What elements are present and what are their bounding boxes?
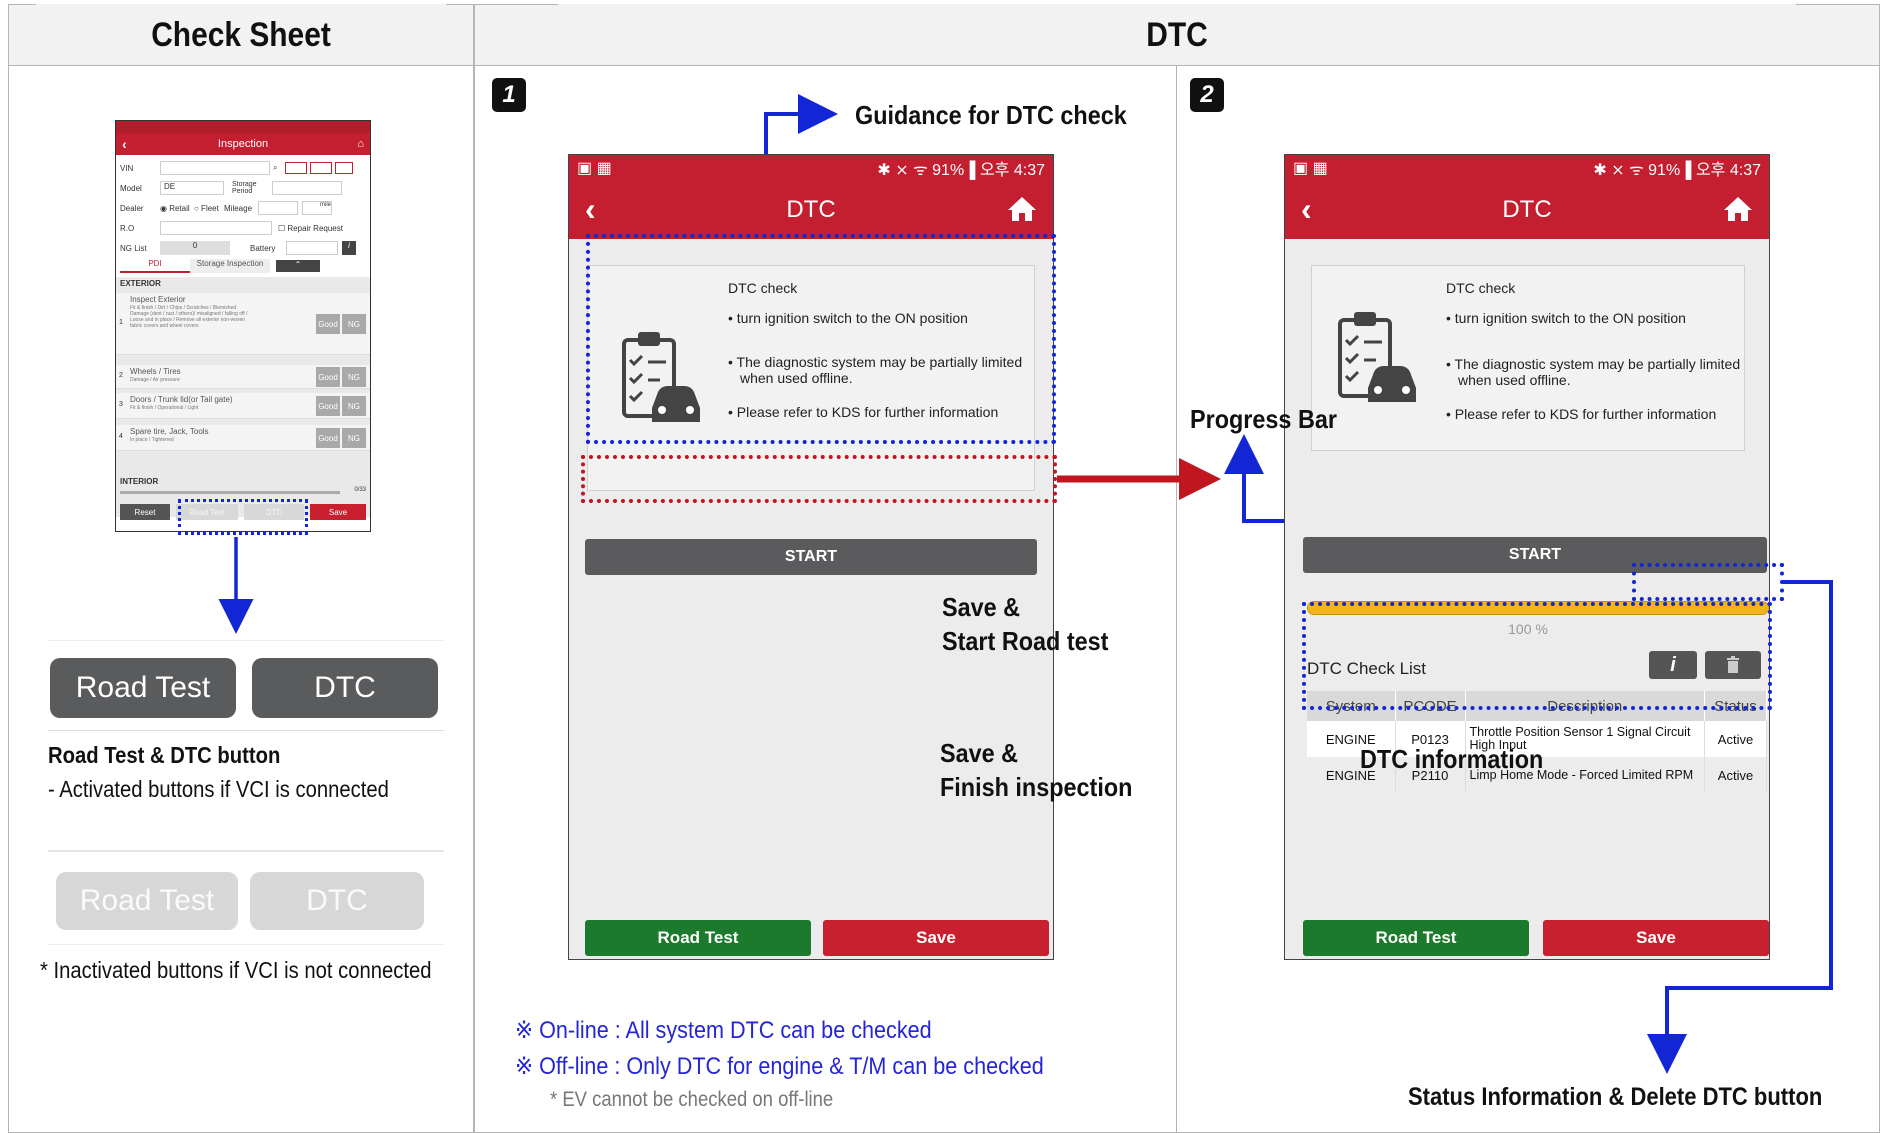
bullet-3: Please refer to KDS for further informat… <box>1454 406 1717 422</box>
start-button[interactable]: START <box>585 539 1037 575</box>
guidance-highlight <box>586 234 1056 444</box>
dtc-information-callout: DTC information <box>1360 744 1544 774</box>
back-icon[interactable]: ‹ <box>585 191 596 228</box>
inactive-note: * Inactivated buttons if VCI is not conn… <box>40 957 432 983</box>
road-test-button[interactable]: Road Test <box>1303 920 1529 956</box>
screen-title: DTC <box>786 196 836 223</box>
guidance-callout: Guidance for DTC check <box>855 100 1127 130</box>
callout-line: Save & <box>940 738 1019 768</box>
home-icon[interactable] <box>1723 195 1753 223</box>
buttons-desc: - Activated buttons if VCI is connected <box>48 776 389 802</box>
dtc-screen-2: ▣ ▦ ✱ ⨯ ᯤ 91%▐ 오후 4:37 ‹ DTC DTC check •… <box>1284 154 1770 960</box>
dtc-guidance-card: DTC check • turn ignition switch to the … <box>1311 265 1745 451</box>
save-button[interactable]: Save <box>1543 920 1769 956</box>
status-bar: ▣ ▦ ✱ ⨯ ᯤ 91%▐ 오후 4:37 <box>1285 155 1769 181</box>
dtc-check-title: DTC check <box>1446 280 1516 296</box>
notification-icons: ▣ ▦ <box>1293 160 1328 177</box>
road-test-button[interactable]: Road Test <box>585 920 811 956</box>
online-note: ※ On-line : All system DTC can be checke… <box>515 1017 932 1044</box>
back-icon[interactable]: ‹ <box>1301 191 1312 228</box>
offline-note: ※ Off-line : Only DTC for engine & T/M c… <box>515 1053 1044 1080</box>
callout-line: Start Road test <box>942 626 1109 656</box>
status-right: ✱ ⨯ ᯤ 91%▐ 오후 4:37 <box>877 162 1045 179</box>
save-button[interactable]: Save <box>823 920 1049 956</box>
active-buttons-frame <box>48 640 444 731</box>
callout-line: Finish inspection <box>940 772 1133 802</box>
status-right: ✱ ⨯ ᯤ 91%▐ 오후 4:37 <box>1593 162 1761 179</box>
ev-note: * EV cannot be checked on off-line <box>550 1088 834 1111</box>
dtc-inactive-button: DTC <box>250 872 424 930</box>
road-test-inactive-button: Road Test <box>56 872 238 930</box>
title-bar: ‹ DTC <box>569 181 1053 239</box>
bullet-list: • turn ignition switch to the ON positio… <box>1446 310 1741 422</box>
title-bar: ‹ DTC <box>1285 181 1769 239</box>
dtc-info-highlight <box>1302 602 1772 710</box>
callout-line: Save & <box>942 592 1021 622</box>
status-info-callout: Status Information & Delete DTC button <box>1408 1083 1823 1111</box>
bullet-1: turn ignition switch to the ON position <box>1454 310 1686 326</box>
start-highlight <box>581 455 1057 503</box>
clipboard-car-icon <box>1338 312 1416 402</box>
save-road-callout: Save & Start Road test <box>942 590 1108 658</box>
screen-title: DTC <box>1502 196 1552 223</box>
bullet-2: The diagnostic system may be partially l… <box>1454 356 1741 388</box>
status-bar: ▣ ▦ ✱ ⨯ ᯤ 91%▐ 오후 4:37 <box>569 155 1053 181</box>
home-icon[interactable] <box>1007 195 1037 223</box>
table-cell: Active <box>1704 757 1767 793</box>
buttons-title: Road Test & DTC button <box>48 742 281 768</box>
save-finish-callout: Save & Finish inspection <box>940 736 1132 804</box>
status-buttons-highlight <box>1632 563 1784 601</box>
notification-icons: ▣ ▦ <box>577 160 612 177</box>
progress-bar-callout: Progress Bar <box>1190 404 1337 434</box>
table-cell: Active <box>1704 721 1767 757</box>
